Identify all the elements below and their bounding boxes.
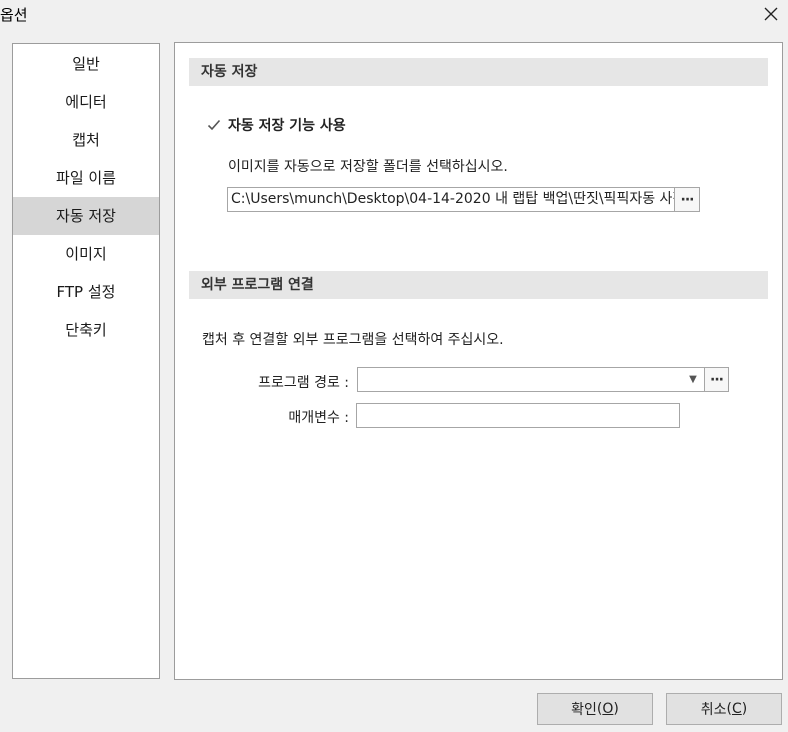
autosave-enable-label: 자동 저장 기능 사용: [228, 118, 346, 134]
close-button[interactable]: [754, 0, 788, 28]
dropdown-arrow-icon[interactable]: ▼: [682, 368, 704, 391]
sidebar-item-filename[interactable]: 파일 이름: [13, 159, 159, 197]
autosave-enable-checkbox[interactable]: 자동 저장 기능 사용: [206, 115, 346, 135]
close-icon: [764, 7, 778, 21]
sidebar-item-general[interactable]: 일반: [13, 45, 159, 83]
external-prompt: 캡처 후 연결할 외부 프로그램을 선택하여 주십시오.: [202, 332, 504, 348]
sidebar-item-ftp[interactable]: FTP 설정: [13, 273, 159, 311]
autosave-folder-path[interactable]: C:\Users\munch\Desktop\04-14-2020 내 랩탑 백…: [228, 188, 674, 211]
browse-program-button[interactable]: ···: [704, 368, 728, 391]
options-sidebar: 일반 에디터 캡처 파일 이름 자동 저장 이미지 FTP 설정 단축키: [12, 43, 160, 679]
window-title: 옵션: [0, 6, 28, 24]
cancel-button-label: 취소: [700, 702, 727, 718]
autosave-folder-field[interactable]: C:\Users\munch\Desktop\04-14-2020 내 랩탑 백…: [227, 187, 700, 212]
ok-mnemonic: O: [602, 701, 614, 717]
cancel-mnemonic: C: [731, 701, 742, 717]
browse-folder-button[interactable]: ···: [674, 188, 699, 211]
external-section-header: 외부 프로그램 연결: [189, 271, 768, 299]
ok-button-label: 확인: [571, 702, 597, 718]
settings-panel: 자동 저장 자동 저장 기능 사용 이미지를 자동으로 저장할 폴더를 선택하십…: [174, 42, 783, 680]
params-input[interactable]: [356, 403, 680, 428]
sidebar-item-autosave[interactable]: 자동 저장: [13, 197, 159, 235]
params-label: 매개변수 :: [288, 410, 349, 426]
sidebar-item-editor[interactable]: 에디터: [13, 83, 159, 121]
program-path-combo[interactable]: ▼ ···: [357, 367, 729, 392]
sidebar-item-capture[interactable]: 캡처: [13, 121, 159, 159]
sidebar-item-shortcuts[interactable]: 단축키: [13, 311, 159, 349]
program-path-label: 프로그램 경로 :: [258, 375, 349, 391]
cancel-button[interactable]: 취소(C): [666, 693, 782, 725]
ok-button[interactable]: 확인(O): [537, 693, 653, 725]
program-path-input[interactable]: [358, 368, 682, 391]
checkmark-icon: [206, 117, 222, 133]
title-bar: 옵션: [0, 0, 788, 30]
sidebar-item-image[interactable]: 이미지: [13, 235, 159, 273]
folder-prompt: 이미지를 자동으로 저장할 폴더를 선택하십시오.: [228, 159, 508, 175]
autosave-section-header: 자동 저장: [189, 58, 768, 86]
